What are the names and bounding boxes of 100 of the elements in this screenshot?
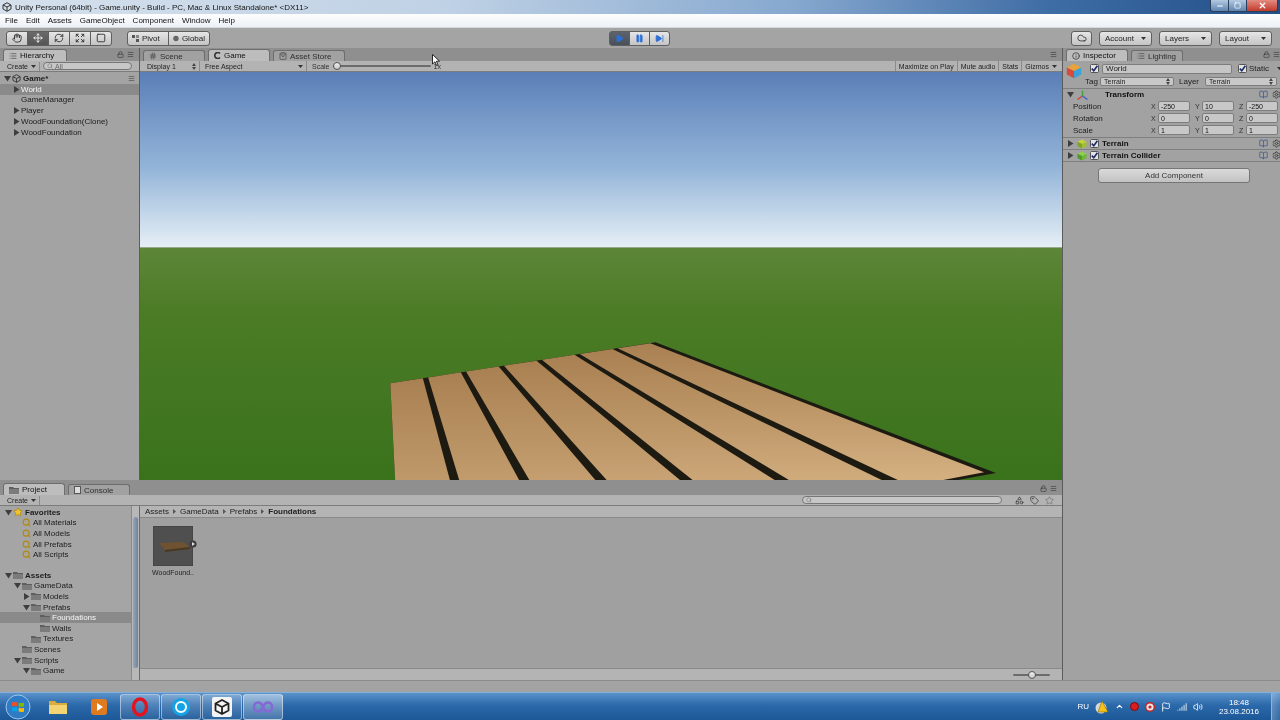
clock-date[interactable]: 23.08.2016	[1218, 706, 1259, 716]
tree-item[interactable]: Models	[0, 591, 131, 602]
scale-tool-button[interactable]	[69, 30, 91, 46]
console-tab[interactable]: Console	[68, 484, 130, 495]
breadcrumb-link[interactable]: Assets	[145, 507, 169, 516]
tree-item[interactable]: Player	[0, 105, 139, 117]
clock-time[interactable]: 18:48	[1228, 697, 1249, 707]
tree-item[interactable]: Assets	[0, 569, 131, 581]
fold-arrow-icon[interactable]	[12, 107, 20, 115]
fold-arrow-icon[interactable]	[13, 582, 21, 590]
inspector-tab[interactable]: Inspector	[1066, 49, 1128, 61]
star-icon[interactable]	[1045, 495, 1054, 505]
fold-arrow-icon[interactable]	[4, 508, 12, 516]
menu-item[interactable]: Edit	[21, 14, 44, 27]
fold-arrow-icon[interactable]	[1067, 91, 1074, 98]
chevron-up-icon[interactable]	[1114, 702, 1124, 711]
fold-arrow-icon[interactable]	[22, 667, 30, 675]
menu-item[interactable]: File	[1, 14, 22, 27]
icon-size-slider[interactable]	[1013, 670, 1050, 679]
checkbox[interactable]	[1090, 64, 1099, 73]
hand-tool-button[interactable]	[6, 30, 28, 46]
fold-arrow-icon[interactable]	[1067, 140, 1074, 147]
fold-arrow-icon[interactable]	[22, 603, 30, 611]
flag-icon[interactable]	[1160, 701, 1171, 712]
breadcrumb-link[interactable]: Foundations	[268, 507, 317, 516]
cloud-button[interactable]	[1071, 30, 1092, 46]
tree-item[interactable]: All Models	[0, 528, 131, 539]
store-tab[interactable]: Asset Store	[273, 50, 345, 61]
tag-icon[interactable]	[1030, 495, 1039, 505]
tree-item[interactable]: Walls	[0, 622, 131, 634]
tree-item[interactable]: Textures	[0, 633, 131, 645]
fold-arrow-icon[interactable]	[13, 656, 21, 664]
add-component-button[interactable]: Add Component	[1098, 168, 1250, 183]
tree-item[interactable]: Game	[0, 665, 131, 676]
menu-item[interactable]: GameObject	[75, 14, 129, 27]
global-button[interactable]: Global	[168, 30, 210, 46]
rotate-tool-button[interactable]	[48, 30, 70, 46]
scrollbar[interactable]	[131, 506, 140, 680]
tree-item[interactable]: Favorites	[0, 507, 131, 518]
menu-item[interactable]: Assets	[43, 14, 76, 27]
menu-item[interactable]: Help	[214, 14, 239, 27]
layout-dropdown[interactable]: Layout	[1219, 30, 1272, 46]
pause-button[interactable]	[628, 30, 650, 46]
tree-item[interactable]: All Scripts	[0, 549, 131, 560]
scale-slider[interactable]	[332, 62, 431, 70]
scene-item[interactable]: Game*	[0, 73, 139, 84]
tree-item[interactable]: GameData	[0, 580, 131, 592]
menu-item[interactable]: Window	[177, 14, 215, 27]
language-indicator[interactable]: RU	[1077, 702, 1089, 711]
step-button[interactable]	[648, 30, 670, 46]
checkbox[interactable]	[1090, 151, 1099, 160]
fold-arrow-icon[interactable]	[12, 85, 20, 93]
tree-item[interactable]: WoodFoundation(Clone)	[0, 116, 139, 127]
static-toggle[interactable]: Static	[1238, 64, 1280, 73]
gear-icon[interactable]	[1272, 90, 1280, 99]
checkbox[interactable]	[1238, 64, 1247, 73]
tree-item[interactable]: All Prefabs	[0, 538, 131, 550]
book-icon[interactable]	[1259, 151, 1268, 160]
show-desktop-button[interactable]	[1271, 693, 1280, 720]
fold-arrow-icon[interactable]	[4, 571, 12, 579]
lighting-tab[interactable]: Lighting	[1131, 50, 1183, 61]
breadcrumb-link[interactable]: GameData	[180, 507, 219, 516]
slider-thumb[interactable]	[332, 62, 341, 70]
game-tab[interactable]: Game	[208, 49, 270, 61]
tree-item[interactable]: Prefabs	[0, 601, 131, 613]
target-icon[interactable]	[1144, 701, 1155, 712]
move-tool-button[interactable]	[27, 30, 49, 46]
fold-arrow-icon[interactable]	[1067, 152, 1074, 159]
tree-item[interactable]: GameManager	[0, 94, 139, 106]
book-icon[interactable]	[1259, 139, 1268, 148]
book-icon[interactable]	[1259, 90, 1268, 99]
close-button[interactable]	[1246, 0, 1278, 12]
hierarchy-tab[interactable]: Hierarchy	[3, 49, 67, 61]
signal-icon[interactable]	[1176, 701, 1187, 712]
tree-item[interactable]: Scripts	[0, 654, 131, 666]
layers-dropdown[interactable]: Layers	[1159, 30, 1212, 46]
fold-arrow-icon[interactable]	[22, 592, 30, 600]
gear-icon[interactable]	[1272, 139, 1280, 148]
tree-item[interactable]: WoodFoundation	[0, 127, 139, 138]
arrow-circle-icon[interactable]	[189, 540, 197, 548]
menu-item[interactable]: Component	[128, 14, 178, 27]
shapes-icon[interactable]	[1015, 495, 1024, 505]
gear-icon[interactable]	[1272, 151, 1280, 160]
checkbox[interactable]	[1090, 139, 1099, 148]
play-button[interactable]	[608, 30, 630, 46]
slider-thumb[interactable]	[1027, 670, 1036, 679]
fold-arrow-icon[interactable]	[12, 128, 20, 136]
rect-tool-button[interactable]	[90, 30, 112, 46]
taskbar-app-button[interactable]	[202, 693, 242, 720]
tree-item[interactable]: Scenes	[0, 644, 131, 655]
breadcrumb-link[interactable]: Prefabs	[229, 507, 258, 516]
taskbar-app-button[interactable]	[161, 693, 201, 720]
fold-arrow-icon[interactable]	[12, 118, 20, 126]
tree-item[interactable]: All Materials	[0, 517, 131, 529]
search-field[interactable]	[802, 496, 1002, 504]
speaker-icon[interactable]	[1192, 701, 1203, 712]
start-button[interactable]	[3, 693, 33, 720]
project-tab[interactable]: Project	[3, 483, 65, 495]
account-dropdown[interactable]: Account	[1099, 30, 1152, 46]
scene-tab[interactable]: Scene	[143, 50, 205, 61]
